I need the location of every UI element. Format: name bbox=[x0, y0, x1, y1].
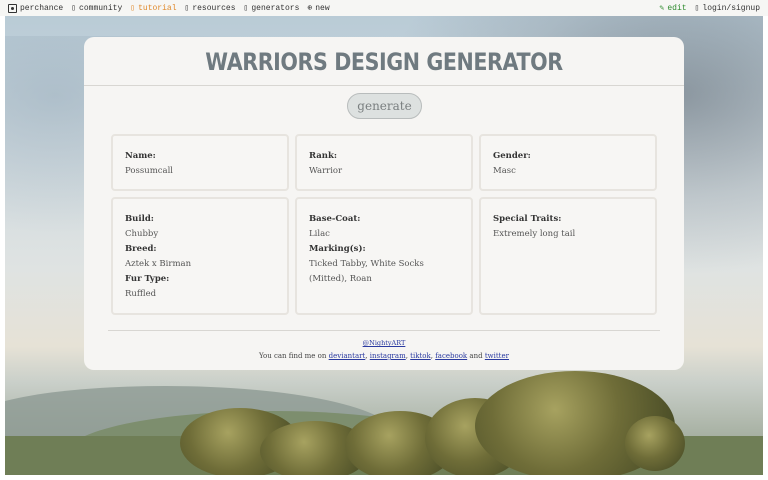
dice-icon bbox=[8, 3, 17, 13]
nav-item-label: community bbox=[79, 3, 123, 13]
facebook-link[interactable]: facebook bbox=[435, 352, 467, 360]
edit-link[interactable]: ✎ edit bbox=[659, 3, 687, 14]
base-coat-value: Lilac bbox=[309, 229, 330, 239]
base-coat-label: Base-Coat: bbox=[309, 214, 361, 224]
build-box: Build: Chubby Breed: Aztek x Birman Fur … bbox=[111, 197, 289, 315]
nav-left: perchance ▯ community ▯ tutorial ▯ resou… bbox=[8, 3, 330, 13]
login-label: login/signup bbox=[702, 3, 760, 13]
fur-type-label: Fur Type: bbox=[125, 274, 170, 284]
nav-right: ✎ edit ▯ login/signup bbox=[659, 3, 760, 14]
nav-item-tutorial[interactable]: ▯ tutorial bbox=[130, 3, 177, 14]
rank-box: Rank: Warrior bbox=[295, 134, 473, 191]
nav-brand[interactable]: perchance bbox=[8, 3, 64, 13]
breed-label: Breed: bbox=[125, 244, 157, 254]
login-link[interactable]: ▯ login/signup bbox=[694, 3, 760, 14]
twitter-link[interactable]: twitter bbox=[485, 352, 509, 360]
chat-icon: ▯ bbox=[71, 4, 77, 13]
divider bbox=[84, 85, 684, 86]
edit-label: edit bbox=[667, 3, 687, 13]
fur-type-value: Ruffled bbox=[125, 289, 157, 299]
social-links: You can find me on deviantart, instagram… bbox=[259, 352, 509, 360]
user-icon: ▯ bbox=[694, 4, 700, 13]
book-icon: ▯ bbox=[130, 4, 136, 13]
markings-value: Ticked Tabby, White Socks (Mitted), Roan bbox=[309, 259, 424, 284]
markings-label: Marking(s): bbox=[309, 244, 366, 254]
instagram-link[interactable]: instagram bbox=[370, 352, 406, 360]
tree bbox=[625, 416, 685, 471]
special-traits-label: Special Traits: bbox=[493, 214, 562, 224]
page-title: Warriors Design Generator bbox=[205, 47, 563, 76]
gender-box: Gender: Masc bbox=[479, 134, 657, 191]
build-label: Build: bbox=[125, 214, 154, 224]
nav-item-label: resources bbox=[192, 3, 236, 13]
grid-icon: ▯ bbox=[243, 4, 249, 13]
nav-item-generators[interactable]: ▯ generators bbox=[243, 3, 300, 14]
author-handle-link[interactable]: @NightyART bbox=[84, 339, 684, 347]
name-box: Name: Possumcall bbox=[111, 134, 289, 191]
generate-button[interactable]: generate bbox=[347, 93, 422, 119]
name-label: Name: bbox=[125, 151, 156, 161]
nav-item-community[interactable]: ▯ community bbox=[71, 3, 123, 14]
gender-label: Gender: bbox=[493, 151, 531, 161]
rank-label: Rank: bbox=[309, 151, 337, 161]
pencil-icon: ✎ bbox=[659, 4, 665, 13]
gender-value: Masc bbox=[493, 166, 516, 176]
top-nav: perchance ▯ community ▯ tutorial ▯ resou… bbox=[0, 0, 768, 16]
traits-box: Special Traits: Extremely long tail bbox=[479, 197, 657, 315]
nav-brand-label: perchance bbox=[20, 3, 64, 13]
generator-card: Warriors Design Generator generate Name:… bbox=[84, 37, 684, 370]
tiktok-link[interactable]: tiktok bbox=[410, 352, 431, 360]
breed-value: Aztek x Birman bbox=[125, 259, 192, 269]
social-and: and bbox=[469, 352, 483, 360]
divider bbox=[108, 330, 660, 331]
deviantart-link[interactable]: deviantart bbox=[329, 352, 366, 360]
nav-item-label: generators bbox=[251, 3, 300, 13]
plus-circle-icon: ⊕ bbox=[307, 4, 313, 13]
name-value: Possumcall bbox=[125, 166, 174, 176]
nav-item-label: new bbox=[315, 3, 330, 13]
nav-item-new[interactable]: ⊕ new bbox=[307, 3, 330, 14]
rank-value: Warrior bbox=[309, 166, 343, 176]
link-icon: ▯ bbox=[184, 4, 190, 13]
build-value: Chubby bbox=[125, 229, 159, 239]
special-traits-value: Extremely long tail bbox=[493, 229, 576, 239]
nav-item-resources[interactable]: ▯ resources bbox=[184, 3, 236, 14]
social-prefix: You can find me on bbox=[259, 352, 327, 360]
coat-box: Base-Coat: Lilac Marking(s): Ticked Tabb… bbox=[295, 197, 473, 315]
nav-item-label: tutorial bbox=[138, 3, 177, 13]
